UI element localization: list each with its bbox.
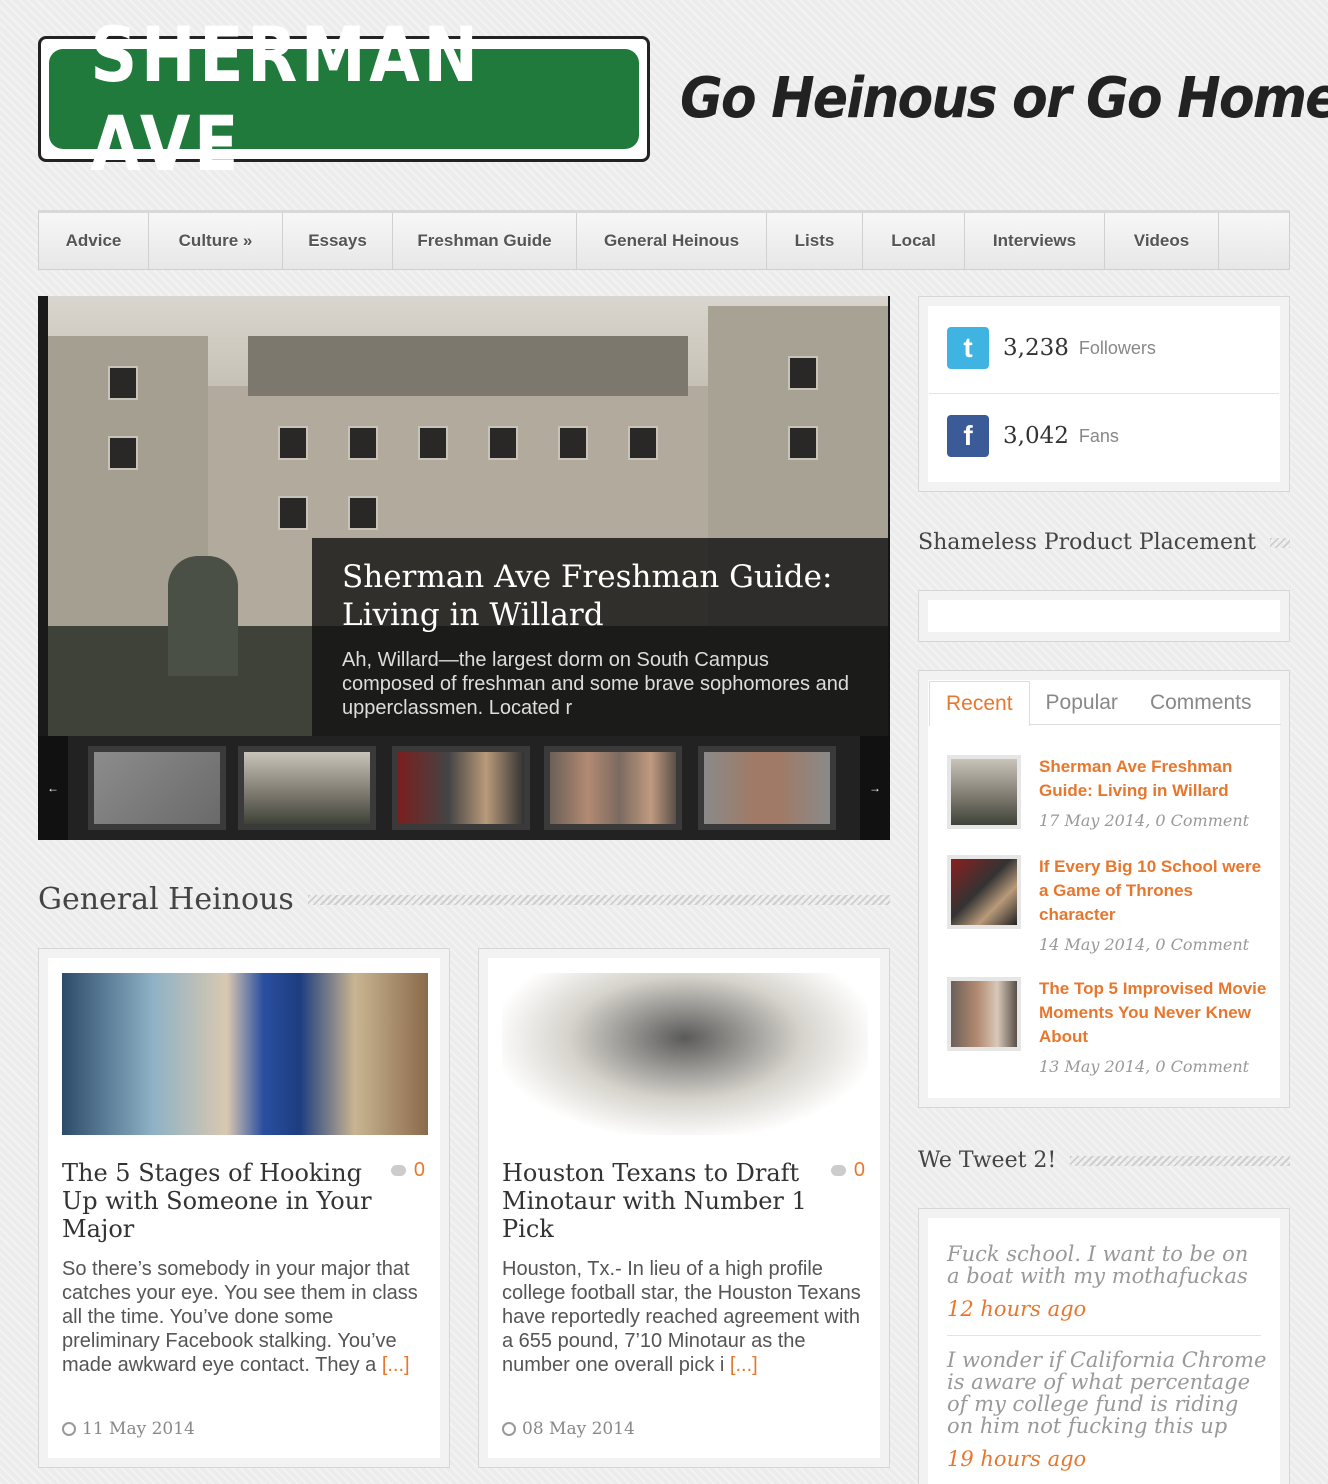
next-arrow-icon[interactable]: →	[860, 736, 890, 840]
post-image[interactable]	[62, 973, 428, 1135]
facebook-counter[interactable]: f 3,042 Fans	[947, 415, 1119, 457]
recent-post-title[interactable]: The Top 5 Improvised Movie Moments You N…	[1039, 977, 1269, 1049]
post-date: 08 May 2014	[502, 1419, 635, 1439]
heading-divider	[1070, 1155, 1290, 1166]
tweet: Fuck school. I want to be on a boat with…	[947, 1243, 1267, 1321]
featured-slider: Sherman Ave Freshman Guide: Living in Wi…	[38, 296, 890, 840]
section-title: General Heinous	[38, 882, 294, 917]
facebook-count: 3,042	[1003, 423, 1069, 449]
recent-post-meta: 17 May 2014, 0 Comment	[1039, 811, 1250, 830]
tweet: I wonder if California Chrome is aware o…	[947, 1349, 1267, 1471]
twitter-counter[interactable]: t 3,238 Followers	[947, 327, 1156, 369]
slider-thumbnails: ← →	[38, 736, 890, 840]
nav-item-interviews[interactable]: Interviews	[965, 213, 1105, 269]
post-title[interactable]: Houston Texans to Draft Minotaur with Nu…	[502, 1159, 822, 1243]
thumbnail[interactable]	[698, 746, 836, 830]
read-more-link[interactable]: [...]	[730, 1354, 758, 1376]
recent-post-meta: 13 May 2014, 0 Comment	[1039, 1057, 1250, 1076]
posts-tab-box: Recent Popular Comments Sherman Ave Fres…	[918, 670, 1290, 1108]
recent-post-thumb[interactable]	[947, 977, 1021, 1051]
tweets-heading-text: We Tweet 2!	[918, 1148, 1057, 1173]
nav-item-local[interactable]: Local	[863, 213, 965, 269]
tweets-heading: We Tweet 2!	[918, 1148, 1290, 1173]
post-date: 11 May 2014	[62, 1419, 195, 1439]
thumbnail[interactable]	[544, 746, 682, 830]
tweet-text: I wonder if California Chrome is aware o…	[947, 1348, 1267, 1438]
thumbnail[interactable]	[392, 746, 530, 830]
facebook-icon[interactable]: f	[947, 415, 989, 457]
site-tagline: Go Heinous or Go Home	[680, 66, 1328, 131]
comment-count[interactable]: 0	[830, 1159, 865, 1182]
prev-arrow-icon[interactable]: ←	[38, 736, 68, 840]
nav-item-videos[interactable]: Videos	[1105, 213, 1219, 269]
nav-item-culture[interactable]: Culture »	[149, 213, 283, 269]
clock-icon	[502, 1422, 516, 1436]
read-more-link[interactable]: [...]	[382, 1354, 410, 1376]
social-counter-box: t 3,238 Followers f 3,042 Fans	[918, 296, 1290, 492]
product-heading: Shameless Product Placement	[918, 530, 1290, 555]
thumbnail[interactable]	[238, 746, 376, 830]
facebook-label: Fans	[1078, 425, 1119, 446]
post-title[interactable]: The 5 Stages of Hooking Up with Someone …	[62, 1159, 382, 1243]
heading-divider	[1270, 537, 1290, 548]
post-excerpt: Houston, Tx.- In lieu of a high profile …	[502, 1257, 868, 1377]
divider	[929, 393, 1279, 394]
slide-title[interactable]: Sherman Ave Freshman Guide: Living in Wi…	[342, 558, 860, 634]
comment-count[interactable]: 0	[390, 1159, 425, 1182]
product-box	[918, 590, 1290, 642]
logo-sign: SHERMAN AVE	[49, 10, 639, 188]
main-nav: Advice Culture » Essays Freshman Guide G…	[38, 210, 1290, 270]
recent-post-thumb[interactable]	[947, 755, 1021, 829]
post-excerpt-text: Houston, Tx.- In lieu of a high profile …	[502, 1258, 861, 1376]
post-card: Houston Texans to Draft Minotaur with Nu…	[478, 948, 890, 1468]
clock-icon	[62, 1422, 76, 1436]
recent-post-title[interactable]: If Every Big 10 School were a Game of Th…	[1039, 855, 1269, 927]
recent-post-title[interactable]: Sherman Ave Freshman Guide: Living in Wi…	[1039, 755, 1269, 803]
post-card: The 5 Stages of Hooking Up with Someone …	[38, 948, 450, 1468]
post-excerpt-text: So there’s somebody in your major that c…	[62, 1258, 418, 1376]
recent-post-meta: 14 May 2014, 0 Comment	[1039, 935, 1250, 954]
tab-bar: Recent Popular Comments	[929, 681, 1281, 726]
tweets-box: Fuck school. I want to be on a boat with…	[918, 1208, 1290, 1484]
twitter-icon[interactable]: t	[947, 327, 989, 369]
nav-item-essays[interactable]: Essays	[283, 213, 393, 269]
tab-popular[interactable]: Popular	[1030, 681, 1134, 725]
nav-item-freshman-guide[interactable]: Freshman Guide	[393, 213, 577, 269]
nav-item-advice[interactable]: Advice	[39, 213, 149, 269]
post-image[interactable]	[502, 973, 868, 1135]
tab-comments[interactable]: Comments	[1134, 681, 1268, 725]
site-logo[interactable]: SHERMAN AVE	[38, 10, 650, 188]
comment-bubble-icon	[390, 1165, 406, 1176]
recent-post-thumb[interactable]	[947, 855, 1021, 929]
tweet-time[interactable]: 19 hours ago	[947, 1447, 1267, 1471]
slide-excerpt: Ah, Willard—the largest dorm on South Ca…	[342, 649, 849, 719]
tweet-text: Fuck school. I want to be on a boat with…	[947, 1242, 1249, 1288]
logo-text: SHERMAN AVE	[90, 10, 482, 188]
section-heading: General Heinous	[38, 882, 890, 917]
nav-item-lists[interactable]: Lists	[767, 213, 863, 269]
comment-count-value: 0	[413, 1159, 425, 1181]
divider	[947, 1335, 1261, 1336]
thumbnail[interactable]	[88, 746, 226, 830]
twitter-count: 3,238	[1003, 335, 1069, 361]
post-date-value: 11 May 2014	[82, 1419, 195, 1439]
tweet-time[interactable]: 12 hours ago	[947, 1297, 1267, 1321]
product-heading-text: Shameless Product Placement	[918, 530, 1257, 555]
comment-count-value: 0	[853, 1159, 865, 1181]
post-excerpt: So there’s somebody in your major that c…	[62, 1257, 428, 1377]
comment-bubble-icon	[830, 1165, 846, 1176]
tab-recent[interactable]: Recent	[929, 681, 1030, 726]
heading-divider	[307, 894, 890, 905]
post-date-value: 08 May 2014	[522, 1419, 635, 1439]
slide-caption[interactable]: Sherman Ave Freshman Guide: Living in Wi…	[312, 538, 890, 736]
nav-item-general-heinous[interactable]: General Heinous	[577, 213, 767, 269]
twitter-label: Followers	[1078, 337, 1156, 358]
